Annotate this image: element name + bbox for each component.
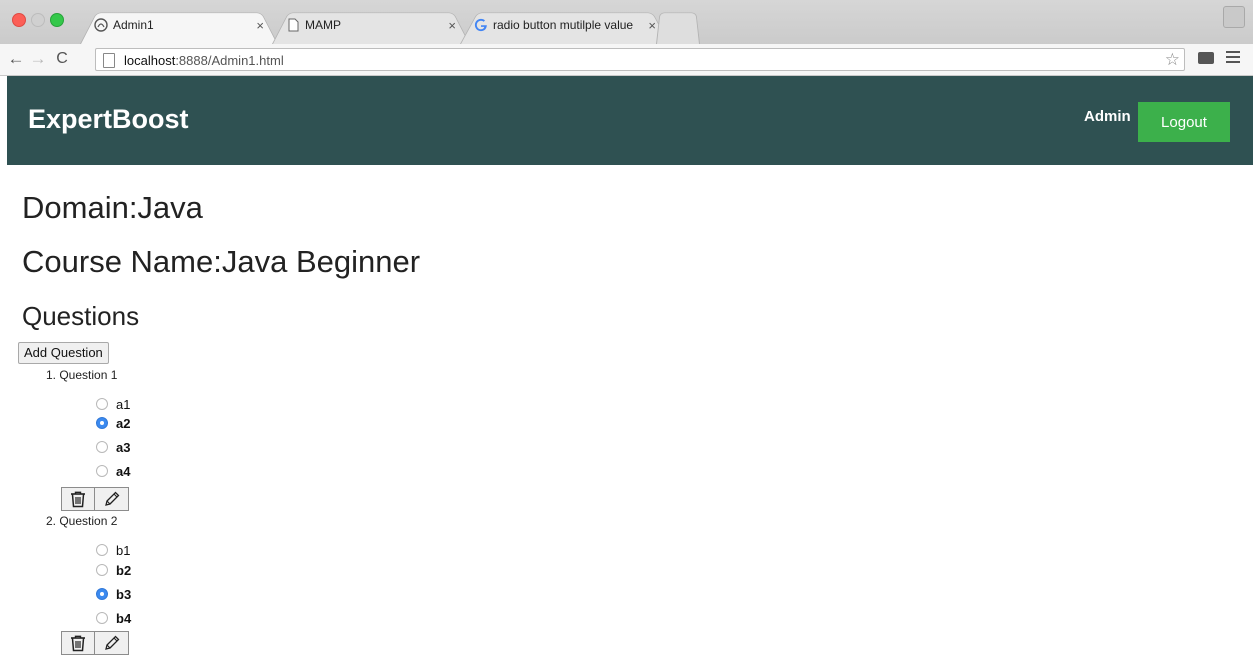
profile-icon[interactable]	[1223, 6, 1245, 28]
answer-option[interactable]: a1	[96, 396, 130, 412]
answer-option[interactable]: b4	[96, 610, 131, 626]
delete-question-button[interactable]	[61, 487, 95, 511]
option-label: b1	[116, 542, 131, 558]
answer-option[interactable]: a4	[96, 463, 130, 479]
main-content: Domain:Java Course Name:Java Beginner Qu…	[0, 165, 1253, 656]
pencil-icon	[104, 491, 119, 506]
cast-icon[interactable]	[1198, 52, 1214, 64]
radio-button[interactable]	[96, 544, 108, 556]
question-title: 2. Question 2	[46, 514, 118, 528]
question-actions	[61, 487, 129, 511]
radio-button[interactable]	[96, 612, 108, 624]
star-icon[interactable]: ☆	[1165, 51, 1180, 69]
menu-icon[interactable]	[1226, 51, 1240, 65]
forward-icon[interactable]: →	[28, 49, 48, 69]
question-actions	[61, 631, 129, 655]
trash-icon	[71, 491, 85, 508]
tab-close-icon[interactable]: ×	[648, 18, 656, 33]
tab-close-icon[interactable]: ×	[256, 18, 264, 33]
delete-question-button[interactable]	[61, 631, 95, 655]
brand-logo[interactable]: ExpertBoost	[28, 104, 189, 135]
google-favicon-icon	[474, 18, 487, 32]
close-window-icon[interactable]	[12, 13, 26, 27]
radio-button[interactable]	[96, 398, 108, 410]
browser-tab-admin1[interactable]: Admin1 ×	[80, 6, 278, 44]
site-header: ExpertBoost Admin Logout	[7, 76, 1253, 165]
radio-button[interactable]	[96, 465, 108, 477]
radio-button[interactable]	[96, 564, 108, 576]
minimize-window-icon[interactable]	[31, 13, 45, 27]
edit-question-button[interactable]	[95, 487, 129, 511]
page-info-icon[interactable]	[103, 53, 115, 68]
logout-button[interactable]: Logout	[1138, 102, 1230, 142]
answer-option[interactable]: b1	[96, 542, 130, 558]
browser-toolbar: ← → C localhost:8888/Admin1.html ☆	[0, 44, 1253, 76]
trash-icon	[71, 635, 85, 652]
add-question-button[interactable]: Add Question	[18, 342, 109, 364]
radio-button[interactable]	[96, 588, 108, 600]
browser-tab-strip: Admin1 × MAMP × radio button mutilple va…	[0, 0, 1253, 44]
option-label: b3	[116, 586, 132, 602]
domain-heading: Domain:Java	[22, 190, 203, 225]
tab-title: Admin1	[113, 18, 154, 32]
radio-button[interactable]	[96, 441, 108, 453]
radio-button[interactable]	[96, 417, 108, 429]
option-label: a3	[116, 439, 131, 455]
maximize-window-icon[interactable]	[50, 13, 64, 27]
pencil-icon	[104, 635, 119, 650]
option-label: a1	[116, 396, 131, 412]
admin-label: Admin	[1084, 108, 1131, 125]
browser-tab-mamp[interactable]: MAMP ×	[272, 6, 470, 44]
url-text[interactable]: localhost:8888/Admin1.html	[124, 53, 284, 68]
tab-close-icon[interactable]: ×	[448, 18, 456, 33]
question-title: 1. Question 1	[46, 368, 118, 382]
reload-icon[interactable]: C	[52, 49, 72, 69]
browser-tab-google-search[interactable]: radio button mutilple value ×	[460, 6, 670, 44]
option-label: a2	[116, 415, 131, 431]
course-heading: Course Name:Java Beginner	[22, 244, 421, 279]
option-label: a4	[116, 463, 131, 479]
questions-heading: Questions	[22, 301, 140, 331]
tab-title: MAMP	[305, 18, 341, 32]
tab-title: radio button mutilple value	[493, 18, 634, 32]
page-favicon-icon	[94, 18, 108, 32]
answer-option[interactable]: b2	[96, 562, 131, 578]
address-bar[interactable]: localhost:8888/Admin1.html ☆	[95, 48, 1185, 71]
back-icon[interactable]: ←	[6, 49, 26, 69]
option-label: b2	[116, 562, 132, 578]
answer-option[interactable]: a3	[96, 439, 130, 455]
answer-option[interactable]: a2	[96, 415, 130, 431]
option-label: b4	[116, 610, 132, 626]
edit-question-button[interactable]	[95, 631, 129, 655]
document-favicon-icon	[288, 18, 299, 32]
new-tab-button[interactable]	[656, 6, 700, 44]
answer-option[interactable]: b3	[96, 586, 131, 602]
